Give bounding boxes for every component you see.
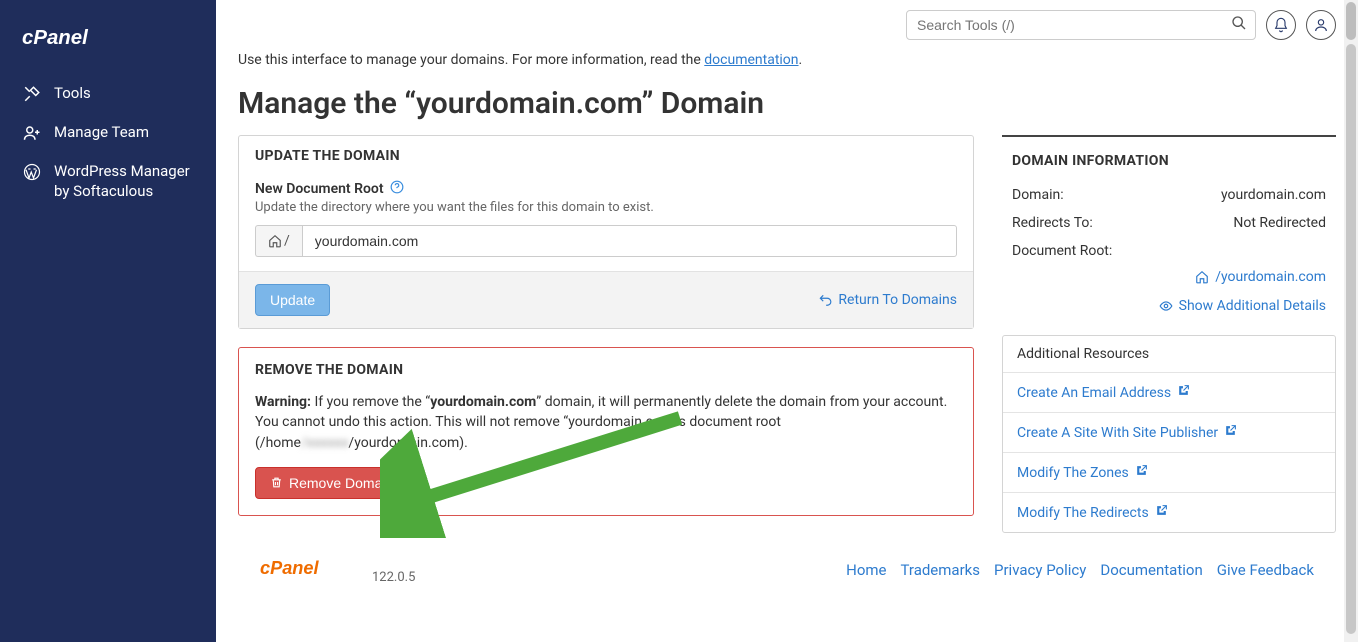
home-icon: [268, 234, 282, 248]
return-to-domains-link[interactable]: Return To Domains: [818, 292, 957, 308]
external-link-icon: [1155, 504, 1168, 521]
footer-link-home[interactable]: Home: [846, 561, 886, 579]
resource-link-email[interactable]: Create An Email Address: [1017, 384, 1190, 401]
resources-panel: Additional Resources Create An Email Add…: [1002, 335, 1336, 533]
trash-icon: [270, 476, 283, 489]
help-icon[interactable]: [390, 180, 404, 198]
domain-info-heading: DOMAIN INFORMATION: [1002, 147, 1336, 181]
footer-link-documentation[interactable]: Documentation: [1100, 561, 1202, 579]
resource-item: Create A Site With Site Publisher: [1003, 413, 1335, 453]
sidebar-item-label: Tools: [54, 83, 91, 103]
external-link-icon: [1177, 384, 1190, 401]
update-panel-heading: UPDATE THE DOMAIN: [239, 136, 973, 176]
intro-text: Use this interface to manage your domain…: [238, 52, 1336, 68]
user-icon: [1313, 17, 1329, 33]
remove-domain-panel: REMOVE THE DOMAIN Warning: If you remove…: [238, 347, 974, 516]
show-additional-details-link[interactable]: Show Additional Details: [1159, 298, 1326, 314]
sidebar-item-manage-team[interactable]: Manage Team: [0, 113, 216, 152]
tools-icon: [22, 84, 42, 104]
topbar: [216, 0, 1358, 48]
wordpress-icon: [22, 162, 42, 182]
resource-item: Modify The Redirects: [1003, 493, 1335, 532]
resource-item: Create An Email Address: [1003, 373, 1335, 413]
footer-link-trademarks[interactable]: Trademarks: [901, 561, 981, 579]
return-icon: [818, 293, 832, 307]
page-title: Manage the “yourdomain.com” Domain: [238, 86, 1336, 121]
doc-root-prefix: /: [255, 225, 302, 257]
resource-link-redirects[interactable]: Modify The Redirects: [1017, 504, 1168, 521]
doc-root-hint: Update the directory where you want the …: [255, 200, 957, 215]
update-button[interactable]: Update: [255, 284, 330, 316]
footer-links: Home Trademarks Privacy Policy Documenta…: [846, 561, 1314, 579]
resource-link-zones[interactable]: Modify The Zones: [1017, 464, 1148, 481]
svg-text:cPanel: cPanel: [22, 27, 89, 49]
sidebar-item-label: WordPress Manager by Softaculous: [54, 161, 194, 202]
resources-heading: Additional Resources: [1003, 336, 1335, 373]
update-domain-panel: UPDATE THE DOMAIN New Document Root Upda…: [238, 135, 974, 329]
documentation-link[interactable]: documentation: [704, 52, 798, 68]
footer-link-privacy[interactable]: Privacy Policy: [994, 561, 1086, 579]
doc-root-input[interactable]: [302, 225, 957, 257]
cpanel-footer-logo-icon: cPanel: [260, 555, 366, 581]
info-row-redirects: Redirects To: Not Redirected: [1002, 209, 1336, 237]
new-doc-root-label: New Document Root: [255, 180, 404, 198]
external-link-icon: [1135, 464, 1148, 481]
sidebar: cPanel Tools Manage Team WordPress Manag…: [0, 0, 216, 642]
svg-text:cPanel: cPanel: [260, 558, 319, 578]
search-input[interactable]: [906, 10, 1256, 40]
scrollbar-thumb-top[interactable]: [1346, 2, 1356, 40]
scrollbar-thumb[interactable]: [1346, 44, 1356, 634]
search-wrap: [906, 10, 1256, 40]
remove-panel-heading: REMOVE THE DOMAIN: [255, 362, 957, 378]
search-icon[interactable]: [1231, 15, 1247, 35]
footer: cPanel 122.0.5 Home Trademarks Privacy P…: [238, 533, 1336, 595]
content: Use this interface to manage your domain…: [216, 48, 1358, 605]
main-area: Use this interface to manage your domain…: [216, 0, 1358, 642]
side-divider: [1002, 135, 1336, 137]
doc-root-group: /: [255, 225, 957, 257]
eye-icon: [1159, 299, 1173, 313]
resource-item: Modify The Zones: [1003, 453, 1335, 493]
version-text: 122.0.5: [372, 570, 415, 585]
sidebar-item-wordpress[interactable]: WordPress Manager by Softaculous: [0, 152, 216, 211]
footer-logo: cPanel 122.0.5: [260, 555, 415, 585]
footer-link-feedback[interactable]: Give Feedback: [1217, 561, 1314, 579]
home-icon: [1195, 270, 1209, 284]
sidebar-item-tools[interactable]: Tools: [0, 74, 216, 113]
scrollbar[interactable]: [1344, 0, 1358, 642]
team-icon: [22, 123, 42, 143]
resource-link-site-publisher[interactable]: Create A Site With Site Publisher: [1017, 424, 1237, 441]
account-button[interactable]: [1306, 10, 1336, 40]
info-row-domain: Domain: yourdomain.com: [1002, 181, 1336, 209]
sidebar-item-label: Manage Team: [54, 122, 149, 142]
remove-domain-button[interactable]: Remove Domain: [255, 467, 408, 499]
external-link-icon: [1224, 424, 1237, 441]
docroot-link[interactable]: /yourdomain.com: [1195, 269, 1326, 285]
bell-icon: [1273, 17, 1289, 33]
info-row-docroot: Document Root:: [1002, 237, 1336, 265]
remove-warning-text: Warning: If you remove the “yourdomain.c…: [255, 392, 957, 453]
notifications-button[interactable]: [1266, 10, 1296, 40]
cpanel-logo: cPanel: [0, 10, 216, 74]
